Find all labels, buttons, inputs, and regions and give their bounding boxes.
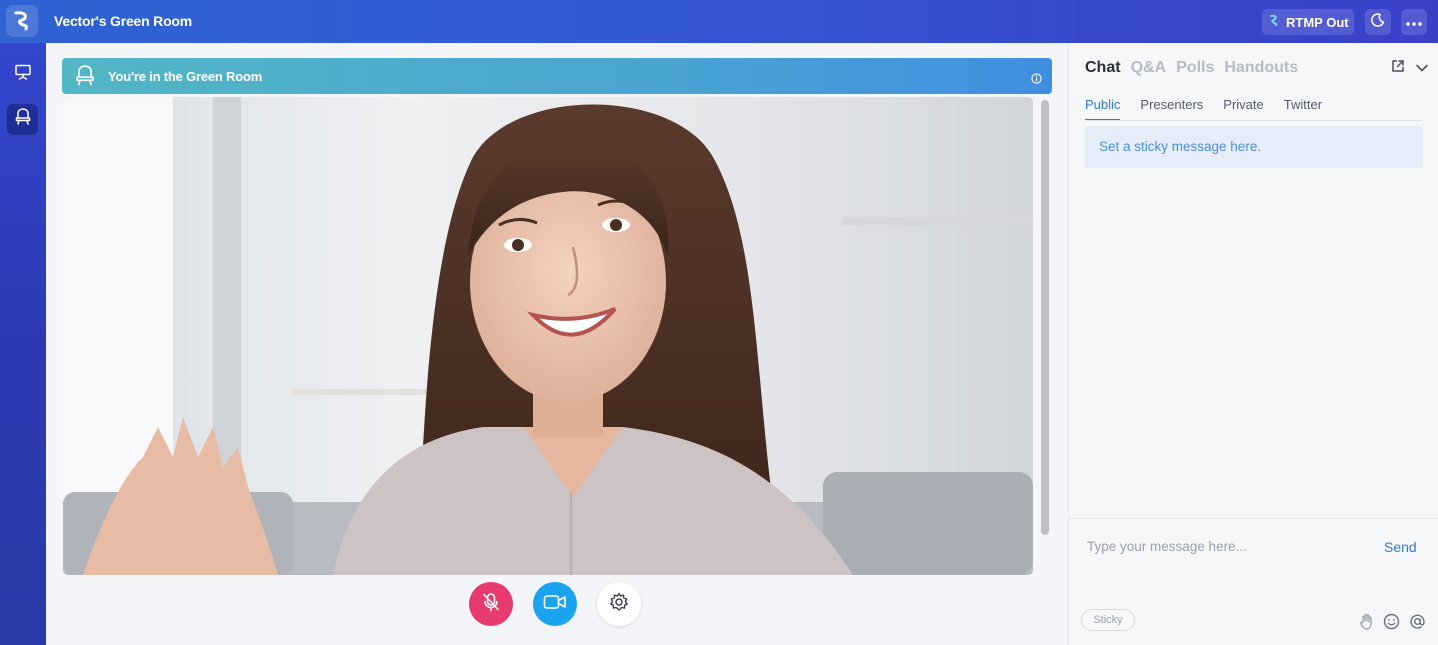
banner-text: You're in the Green Room bbox=[108, 69, 263, 84]
rtmp-out-button[interactable]: RTMP Out bbox=[1262, 9, 1354, 35]
green-room-icon bbox=[74, 65, 96, 92]
sidebar-item-green-room[interactable] bbox=[7, 104, 38, 135]
rtmp-icon bbox=[1269, 14, 1279, 30]
subtabs-divider bbox=[1085, 120, 1423, 121]
moon-icon bbox=[1371, 12, 1385, 32]
chat-panel: Chat Q&A Polls Handouts Public Presenter… bbox=[1068, 43, 1438, 645]
presentation-icon bbox=[14, 63, 32, 86]
green-room-icon bbox=[14, 108, 32, 131]
room-title: Vector's Green Room bbox=[54, 13, 193, 29]
chevron-down-icon[interactable] bbox=[1415, 60, 1429, 78]
subtab-presenters[interactable]: Presenters bbox=[1140, 97, 1203, 121]
camera-icon bbox=[543, 593, 567, 616]
rtmp-out-label: RTMP Out bbox=[1286, 14, 1349, 30]
info-icon[interactable] bbox=[1031, 71, 1042, 89]
send-button[interactable]: Send bbox=[1384, 539, 1417, 555]
panel-tabs: Chat Q&A Polls Handouts bbox=[1085, 59, 1298, 77]
green-room-banner: You're in the Green Room bbox=[62, 58, 1052, 94]
chat-subtabs: Public Presenters Private Twitter bbox=[1085, 97, 1322, 121]
mention-icon[interactable] bbox=[1409, 613, 1426, 635]
mute-microphone-button[interactable] bbox=[469, 582, 513, 626]
message-input[interactable] bbox=[1087, 535, 1367, 557]
more-options-button[interactable] bbox=[1401, 9, 1427, 35]
input-divider bbox=[1069, 518, 1438, 519]
mic-off-icon bbox=[480, 591, 502, 618]
tab-polls[interactable]: Polls bbox=[1176, 59, 1214, 77]
tab-chat[interactable]: Chat bbox=[1085, 59, 1121, 77]
emoji-icon[interactable] bbox=[1383, 613, 1400, 635]
subtab-twitter[interactable]: Twitter bbox=[1284, 97, 1322, 121]
subtab-public[interactable]: Public bbox=[1085, 97, 1121, 121]
video-feed bbox=[63, 97, 1033, 575]
settings-button[interactable] bbox=[597, 582, 641, 626]
top-bar: Vector's Green Room RTMP Out bbox=[0, 0, 1438, 43]
stage-scrollbar[interactable] bbox=[1041, 100, 1049, 535]
hand-icon[interactable] bbox=[1359, 613, 1375, 635]
sticky-toggle[interactable]: Sticky bbox=[1081, 609, 1135, 631]
more-icon bbox=[1406, 13, 1422, 31]
presenter-video bbox=[63, 97, 1033, 575]
popout-icon[interactable] bbox=[1391, 59, 1405, 78]
dark-mode-button[interactable] bbox=[1365, 9, 1391, 35]
left-sidebar bbox=[0, 43, 46, 645]
sidebar-item-stage[interactable] bbox=[7, 59, 38, 90]
vector-logo-icon[interactable] bbox=[6, 5, 38, 37]
tab-handouts[interactable]: Handouts bbox=[1224, 59, 1298, 77]
tab-qa[interactable]: Q&A bbox=[1131, 59, 1167, 77]
subtab-private[interactable]: Private bbox=[1223, 97, 1263, 121]
sticky-message-box[interactable]: Set a sticky message here. bbox=[1085, 126, 1423, 168]
camera-button[interactable] bbox=[533, 582, 577, 626]
gear-icon bbox=[609, 592, 629, 617]
